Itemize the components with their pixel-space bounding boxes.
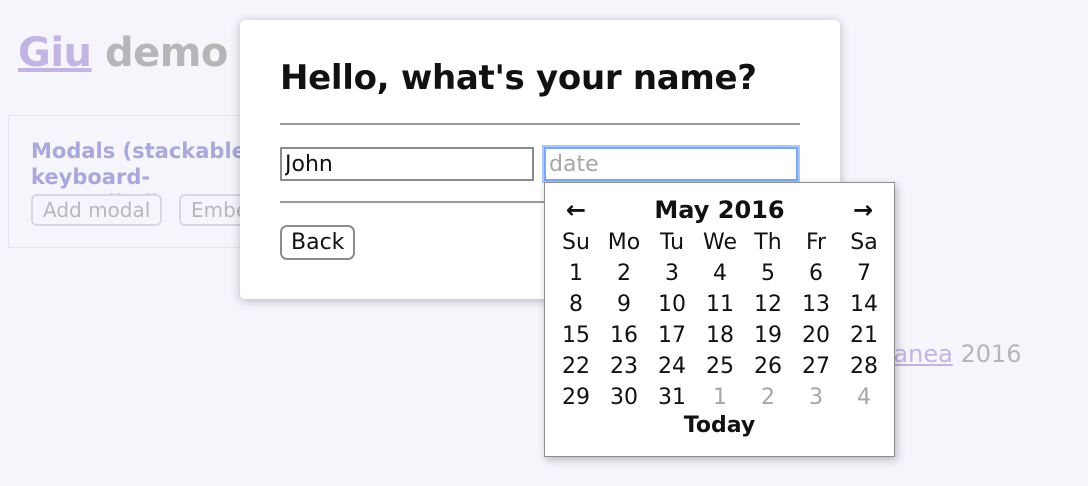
calendar-day[interactable]: 29 xyxy=(552,382,600,413)
calendar-day[interactable]: 9 xyxy=(600,289,648,320)
calendar-day[interactable]: 24 xyxy=(648,351,696,382)
weekday-label: Mo xyxy=(607,230,641,255)
weekday-label: We xyxy=(703,230,737,255)
calendar-day[interactable]: 26 xyxy=(744,351,792,382)
weekday-label: Su xyxy=(562,230,590,255)
weekday-label: Sa xyxy=(850,230,878,255)
calendar-day[interactable]: 12 xyxy=(744,289,792,320)
footer-credit: Panea 2016 xyxy=(880,340,1022,368)
calendar-day[interactable]: 8 xyxy=(552,289,600,320)
calendar-day[interactable]: 20 xyxy=(792,320,840,351)
today-button[interactable]: Today xyxy=(545,411,894,441)
calendar-day-other-month[interactable]: 1 xyxy=(696,382,744,413)
calendar-day[interactable]: 18 xyxy=(696,320,744,351)
calendar-day[interactable]: 31 xyxy=(648,382,696,413)
modals-section: Modals (stackable, keyboard-controlled) … xyxy=(8,115,254,248)
calendar-day[interactable]: 11 xyxy=(696,289,744,320)
calendar-day-other-month[interactable]: 2 xyxy=(744,382,792,413)
calendar-day[interactable]: 7 xyxy=(840,258,888,289)
calendar-day-other-month[interactable]: 3 xyxy=(792,382,840,413)
divider xyxy=(280,123,800,125)
name-input[interactable] xyxy=(280,147,534,181)
calendar-grid: Su Mo Tu We Th Fr Sa 1 2 3 4 5 6 7 8 9 10 11 12 13 14 15 16 17 1… xyxy=(552,227,889,413)
calendar-day[interactable]: 15 xyxy=(552,320,600,351)
page-title: Giu demo xyxy=(18,30,228,76)
calendar-day[interactable]: 1 xyxy=(552,258,600,289)
date-picker: May 2016 ← → Su Mo Tu We Th Fr Sa 1 2 3 4 5 6 7 8 9 10 11… xyxy=(544,182,895,457)
prev-month-icon[interactable]: ← xyxy=(558,195,594,225)
weekday-label: Fr xyxy=(805,230,827,255)
calendar-day[interactable]: 23 xyxy=(600,351,648,382)
calendar-day[interactable]: 17 xyxy=(648,320,696,351)
calendar-day[interactable]: 27 xyxy=(792,351,840,382)
calendar-header: May 2016 ← → xyxy=(545,195,894,225)
add-modal-button[interactable]: Add modal xyxy=(31,194,163,226)
title-link[interactable]: Giu xyxy=(18,30,92,76)
calendar-day[interactable]: 30 xyxy=(600,382,648,413)
title-text: demo xyxy=(91,30,228,76)
calendar-day[interactable]: 14 xyxy=(840,289,888,320)
weekday-label: Tu xyxy=(659,230,685,255)
calendar-day[interactable]: 28 xyxy=(840,351,888,382)
calendar-day[interactable]: 2 xyxy=(600,258,648,289)
calendar-day[interactable]: 25 xyxy=(696,351,744,382)
calendar-day-other-month[interactable]: 4 xyxy=(840,382,888,413)
weekday-label: Th xyxy=(754,230,782,255)
modal-title: Hello, what's your name? xyxy=(280,58,757,98)
calendar-day[interactable]: 22 xyxy=(552,351,600,382)
next-month-icon[interactable]: → xyxy=(845,195,881,225)
calendar-day[interactable]: 4 xyxy=(696,258,744,289)
calendar-day[interactable]: 16 xyxy=(600,320,648,351)
embed-button[interactable]: Embe xyxy=(179,194,249,226)
footer-year: 2016 xyxy=(960,340,1022,368)
calendar-month-label: May 2016 xyxy=(654,196,785,224)
date-input[interactable] xyxy=(544,147,798,181)
calendar-day[interactable]: 10 xyxy=(648,289,696,320)
calendar-day[interactable]: 3 xyxy=(648,258,696,289)
calendar-day[interactable]: 21 xyxy=(840,320,888,351)
calendar-day[interactable]: 19 xyxy=(744,320,792,351)
calendar-day[interactable]: 6 xyxy=(792,258,840,289)
calendar-day[interactable]: 13 xyxy=(792,289,840,320)
back-button[interactable]: Back xyxy=(280,225,356,260)
calendar-day[interactable]: 5 xyxy=(744,258,792,289)
